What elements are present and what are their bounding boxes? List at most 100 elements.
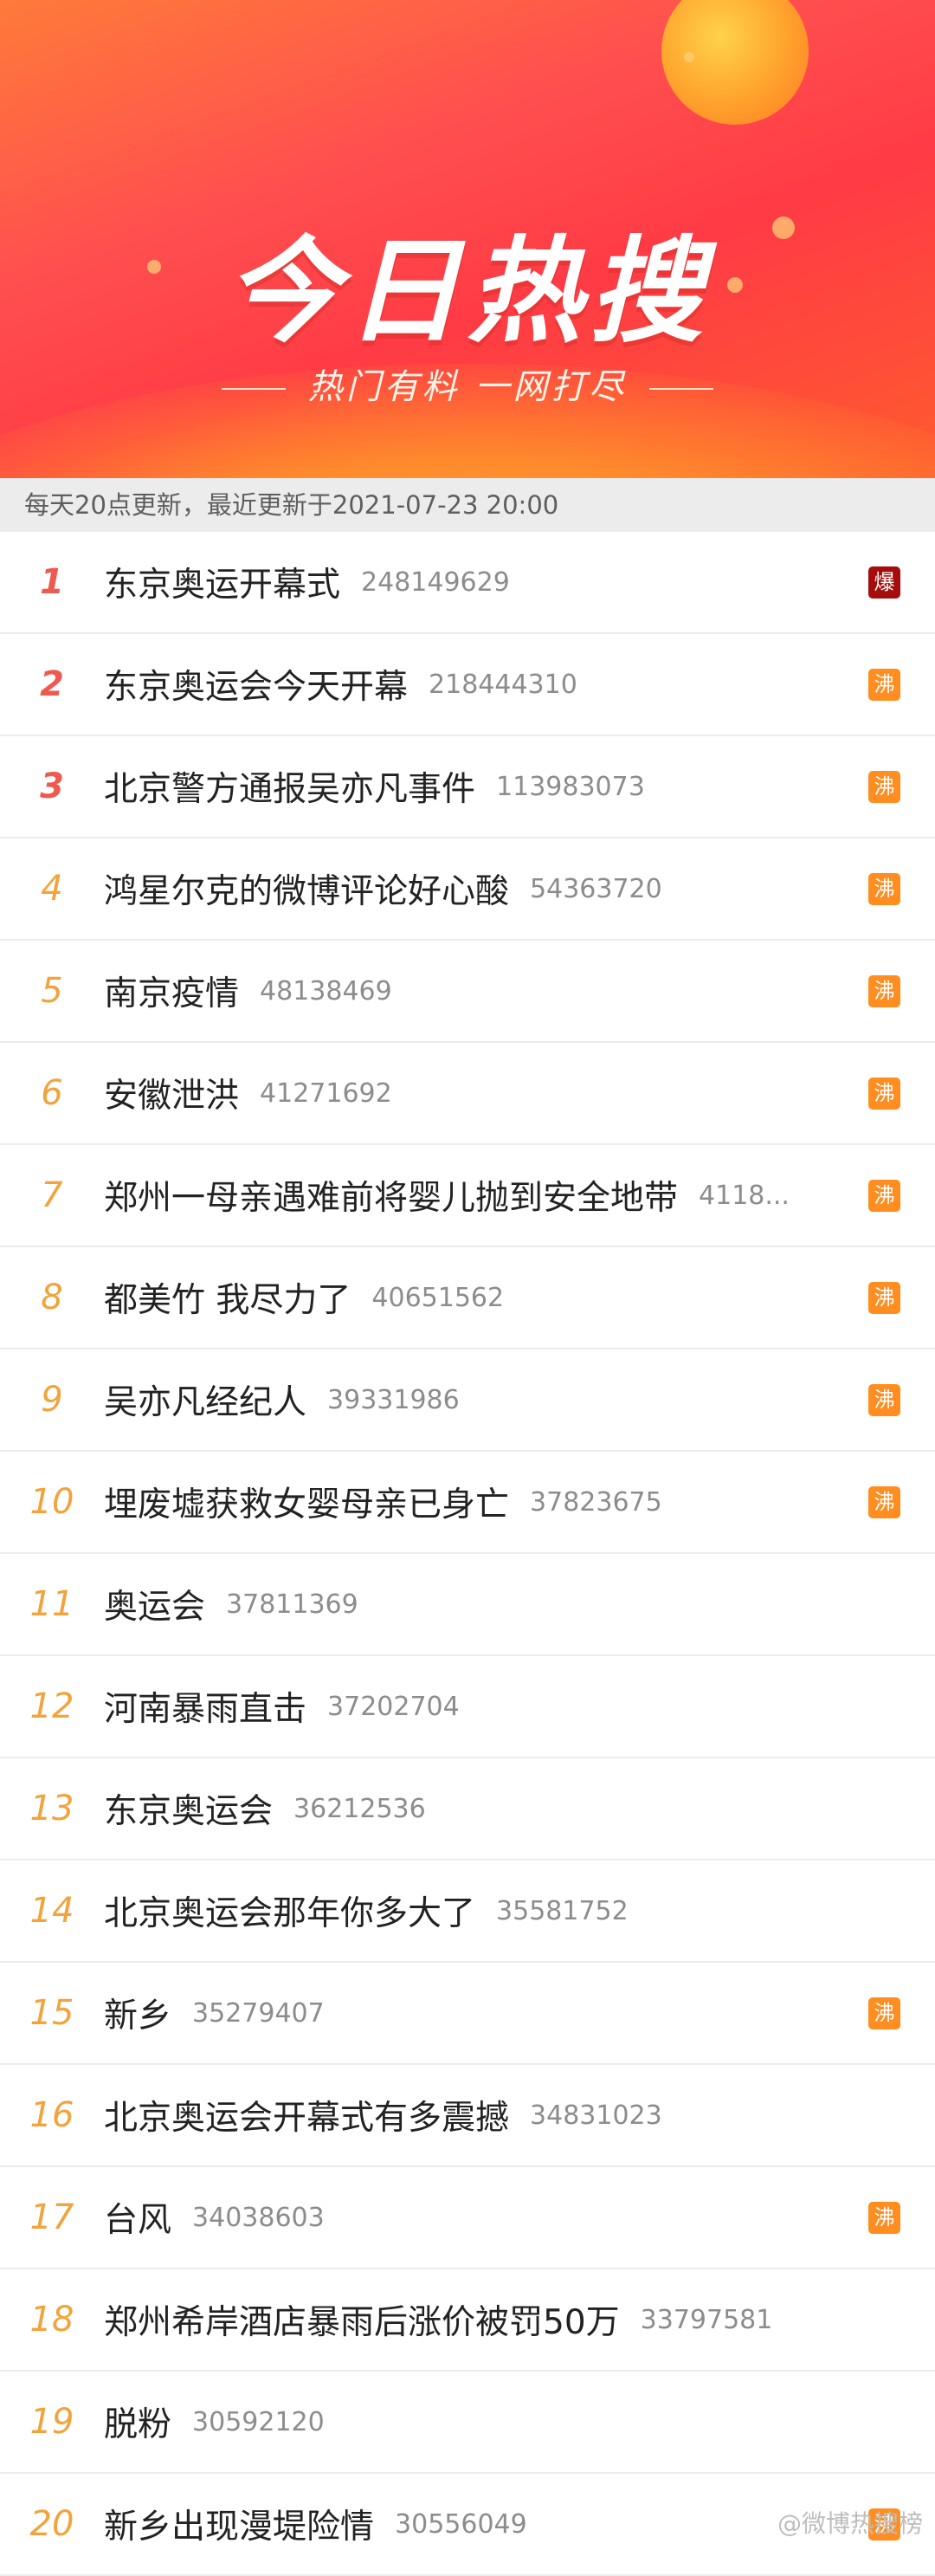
rank-number: 6 bbox=[41, 1073, 63, 1113]
topic-title[interactable]: 奥运会 bbox=[104, 1580, 205, 1628]
rank-number: 7 bbox=[41, 1175, 63, 1215]
topic-title[interactable]: 安徽泄洪 bbox=[104, 1069, 239, 1117]
hot-search-row[interactable]: 6 安徽泄洪 41271692 沸 bbox=[0, 1043, 935, 1145]
heat-count: 34038603 bbox=[192, 2202, 325, 2233]
topic-title[interactable]: 东京奥运开幕式 bbox=[104, 558, 340, 606]
rank-number: 15 bbox=[29, 1993, 74, 2033]
topic-title[interactable]: 新乡出现漫堤险情 bbox=[104, 2500, 374, 2548]
boiling-badge: 沸 bbox=[868, 975, 900, 1007]
boiling-badge: 沸 bbox=[868, 1997, 900, 2029]
topic-title[interactable]: 鸿星尔克的微博评论好心酸 bbox=[104, 864, 509, 913]
boiling-badge: 沸 bbox=[868, 1282, 900, 1314]
topic-title[interactable]: 北京奥运会开幕式有多震撼 bbox=[104, 2091, 509, 2139]
hot-search-row[interactable]: 13 东京奥运会 36212536 bbox=[0, 1758, 935, 1861]
hot-search-row[interactable]: 7 郑州一母亲遇难前将婴儿抛到安全地带 4118... 沸 bbox=[0, 1145, 935, 1247]
heat-count: 30592120 bbox=[192, 2406, 325, 2437]
hot-search-row[interactable]: 9 吴亦凡经纪人 39331986 沸 bbox=[0, 1349, 935, 1452]
rank-number: 12 bbox=[29, 1686, 74, 1726]
heat-count: 34831023 bbox=[530, 2100, 662, 2131]
subtitle-dash-right bbox=[649, 388, 714, 390]
rank-number: 5 bbox=[41, 971, 63, 1011]
update-info: 每天20点更新，最近更新于2021-07-23 20:00 bbox=[0, 478, 935, 532]
heat-count: 30556049 bbox=[395, 2508, 527, 2540]
banner-title: 今日热搜 bbox=[225, 225, 710, 359]
hot-search-row[interactable]: 8 都美竹 我尽力了 40651562 沸 bbox=[0, 1247, 935, 1349]
heat-count: 35581752 bbox=[496, 1895, 629, 1926]
rank-number: 20 bbox=[29, 2504, 74, 2544]
heat-count: 36212536 bbox=[293, 1793, 426, 1824]
hot-search-row[interactable]: 12 河南暴雨直击 37202704 bbox=[0, 1656, 935, 1758]
rank-number: 16 bbox=[29, 2095, 74, 2135]
heat-count: 37202704 bbox=[327, 1691, 460, 1722]
topic-title[interactable]: 台风 bbox=[104, 2193, 171, 2242]
boiling-badge: 沸 bbox=[868, 2202, 900, 2234]
heat-count: 37811369 bbox=[226, 1589, 358, 1620]
banner-dot bbox=[684, 52, 694, 62]
boiling-badge: 沸 bbox=[868, 1180, 900, 1212]
rank-number: 10 bbox=[29, 1482, 74, 1522]
topic-title[interactable]: 新乡 bbox=[104, 1989, 171, 2037]
hot-search-row[interactable]: 4 鸿星尔克的微博评论好心酸 54363720 沸 bbox=[0, 838, 935, 941]
hot-search-row[interactable]: 3 北京警方通报吴亦凡事件 113983073 沸 bbox=[0, 736, 935, 838]
hot-search-row[interactable]: 2 东京奥运会今天开幕 218444310 沸 bbox=[0, 634, 935, 736]
rank-number: 8 bbox=[41, 1278, 63, 1317]
topic-title[interactable]: 南京疫情 bbox=[104, 967, 239, 1015]
hot-search-row[interactable]: 11 奥运会 37811369 bbox=[0, 1554, 935, 1656]
boiling-badge: 沸 bbox=[868, 669, 900, 701]
banner-sun-decoration bbox=[661, 0, 809, 125]
topic-title[interactable]: 脱粉 bbox=[104, 2398, 171, 2446]
topic-title[interactable]: 北京奥运会那年你多大了 bbox=[104, 1887, 475, 1935]
hot-search-row[interactable]: 10 埋废墟获救女婴母亲已身亡 37823675 沸 bbox=[0, 1452, 935, 1554]
rank-number: 3 bbox=[40, 767, 64, 806]
hot-search-row[interactable]: 16 北京奥运会开幕式有多震撼 34831023 bbox=[0, 2065, 935, 2167]
topic-title[interactable]: 郑州一母亲遇难前将婴儿抛到安全地带 bbox=[104, 1171, 678, 1220]
boiling-badge: 沸 bbox=[868, 873, 900, 905]
boiling-badge: 沸 bbox=[868, 1384, 900, 1416]
rank-number: 4 bbox=[41, 869, 63, 909]
heat-count: 218444310 bbox=[429, 669, 577, 700]
explosive-badge: 爆 bbox=[868, 566, 900, 599]
heat-count: 54363720 bbox=[530, 873, 662, 904]
topic-title[interactable]: 都美竹 我尽力了 bbox=[104, 1273, 351, 1322]
boiling-badge: 沸 bbox=[868, 1486, 900, 1518]
rank-number: 18 bbox=[29, 2300, 74, 2340]
heat-count: 33797581 bbox=[640, 2304, 773, 2335]
hot-search-row[interactable]: 1 东京奥运开幕式 248149629 爆 bbox=[0, 532, 935, 634]
heat-count: 113983073 bbox=[496, 771, 645, 802]
rank-number: 19 bbox=[29, 2402, 74, 2442]
topic-title[interactable]: 东京奥运会今天开幕 bbox=[104, 660, 408, 709]
hot-search-row[interactable]: 14 北京奥运会那年你多大了 35581752 bbox=[0, 1861, 935, 1963]
topic-title[interactable]: 河南暴雨直击 bbox=[104, 1682, 306, 1731]
rank-number: 13 bbox=[29, 1789, 74, 1828]
topic-title[interactable]: 东京奥运会 bbox=[104, 1784, 273, 1833]
rank-number: 11 bbox=[29, 1584, 74, 1624]
weibo-watermark: @微博热搜榜 bbox=[777, 2509, 923, 2538]
rank-number: 2 bbox=[40, 664, 64, 704]
heat-count: 39331986 bbox=[327, 1384, 460, 1415]
rank-number: 1 bbox=[40, 562, 64, 602]
subtitle-dash-left bbox=[221, 388, 286, 390]
boiling-badge: 沸 bbox=[868, 771, 900, 803]
heat-count: 41271692 bbox=[260, 1078, 392, 1109]
heat-count: 35279407 bbox=[192, 1997, 325, 2029]
topic-title[interactable]: 埋废墟获救女婴母亲已身亡 bbox=[104, 1478, 509, 1526]
hot-search-list: 1 东京奥运开幕式 248149629 爆 2 东京奥运会今天开幕 218444310 沸 3 北… bbox=[0, 532, 935, 2576]
rank-number: 14 bbox=[29, 1891, 74, 1931]
hot-search-row[interactable]: 18 郑州希岸酒店暴雨后涨价被罚50万 33797581 bbox=[0, 2269, 935, 2372]
rank-number: 17 bbox=[29, 2197, 74, 2237]
hot-search-row[interactable]: 15 新乡 35279407 沸 bbox=[0, 1963, 935, 2065]
heat-count: 48138469 bbox=[260, 975, 392, 1006]
heat-count: 248149629 bbox=[361, 566, 510, 598]
heat-count: 40651562 bbox=[371, 1282, 505, 1313]
heat-count: 37823675 bbox=[530, 1486, 662, 1518]
hot-search-row[interactable]: 17 台风 34038603 沸 bbox=[0, 2167, 935, 2269]
hot-search-row[interactable]: 5 南京疫情 48138469 沸 bbox=[0, 941, 935, 1043]
heat-count: 4118... bbox=[699, 1180, 790, 1211]
topic-title[interactable]: 郑州希岸酒店暴雨后涨价被罚50万 bbox=[104, 2295, 620, 2344]
subtitle-text: 热门有料 一网打尽 bbox=[307, 367, 628, 407]
boiling-badge: 沸 bbox=[868, 1078, 900, 1110]
topic-title[interactable]: 北京警方通报吴亦凡事件 bbox=[104, 762, 475, 811]
topic-title[interactable]: 吴亦凡经纪人 bbox=[104, 1375, 306, 1424]
hot-search-row[interactable]: 19 脱粉 30592120 bbox=[0, 2372, 935, 2474]
header-banner: 今日热搜 热门有料 一网打尽 bbox=[0, 0, 935, 478]
